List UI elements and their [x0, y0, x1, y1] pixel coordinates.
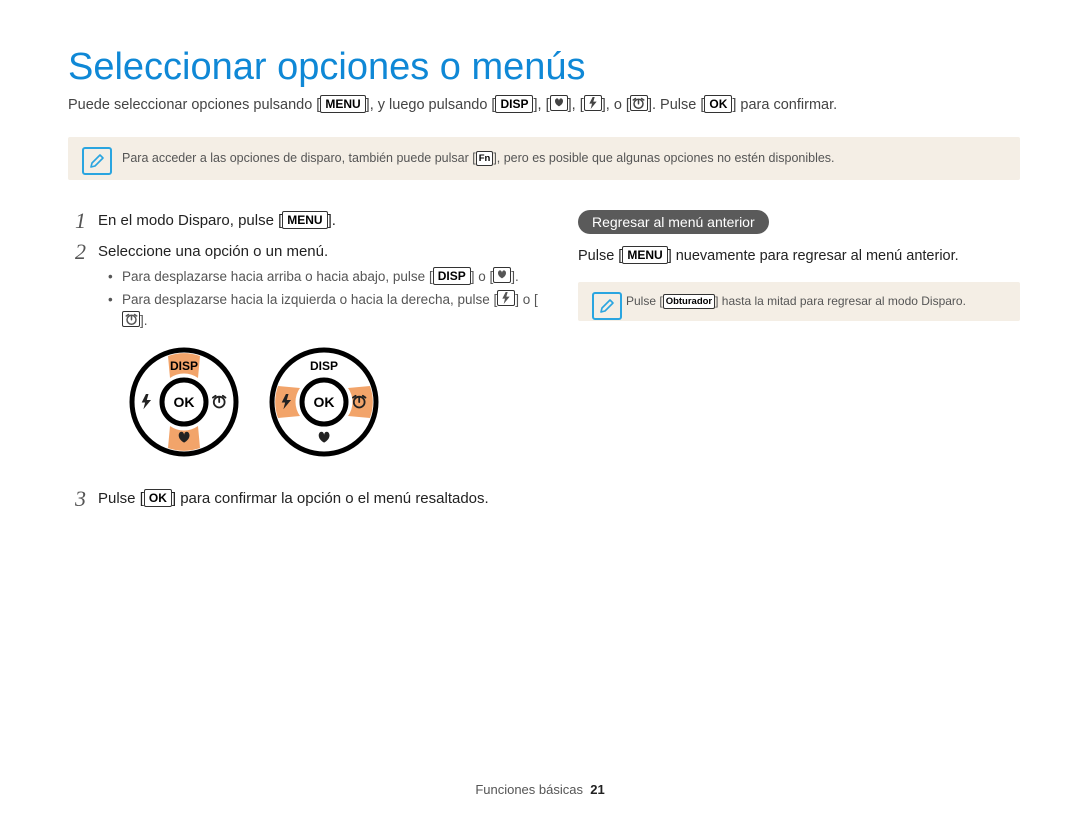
step-3: 3 Pulse [OK] para confirmar la opción o … — [68, 488, 538, 511]
key-ok: OK — [704, 95, 732, 113]
key-menu: MENU — [622, 246, 667, 264]
key-ok: OK — [144, 489, 172, 507]
page-title: Seleccionar opciones o menús — [68, 46, 1020, 89]
right-column: Regresar al menú anterior Pulse [MENU] n… — [578, 210, 1020, 518]
macro-icon — [550, 95, 568, 111]
list-item: Para desplazarse hacia arriba o hacia ab… — [112, 267, 538, 288]
return-text: Pulse [MENU] nuevamente para regresar al… — [578, 246, 1020, 264]
key-disp: DISP — [495, 95, 533, 113]
left-column: 1 En el modo Disparo, pulse [MENU]. 2 Se… — [68, 210, 538, 518]
key-menu: MENU — [282, 211, 327, 229]
key-fn: Fn — [476, 151, 494, 166]
macro-icon — [493, 267, 511, 283]
tip-box-right: Pulse [Obturador] hasta la mitad para re… — [578, 282, 1020, 321]
step-1: 1 En el modo Disparo, pulse [MENU]. — [68, 210, 538, 233]
step-2: 2 Seleccione una opción o un menú. Para … — [68, 241, 538, 480]
flash-icon — [497, 290, 515, 306]
nav-dial-updown: DISP OK — [128, 346, 240, 458]
key-shutter: Obturador — [663, 294, 715, 309]
flash-icon — [584, 95, 602, 111]
intro-paragraph: Puede seleccionar opciones pulsando [MEN… — [68, 95, 1020, 113]
dial-ok-label: OK — [314, 394, 335, 410]
section-heading-pill: Regresar al menú anterior — [578, 210, 769, 234]
page-footer: Funciones básicas 21 — [0, 782, 1080, 797]
key-menu: MENU — [320, 95, 365, 113]
nav-dial-leftright: DISP OK — [268, 346, 380, 458]
dial-disp-label: DISP — [170, 359, 198, 373]
timer-icon — [630, 95, 648, 111]
note-icon — [82, 147, 112, 175]
note-icon — [592, 292, 622, 320]
tip-box-top: Para acceder a las opciones de disparo, … — [68, 137, 1020, 180]
key-disp: DISP — [433, 267, 471, 285]
timer-icon — [122, 311, 140, 327]
dial-disp-label: DISP — [310, 359, 338, 373]
nav-dials: DISP OK DISP OK — [128, 346, 538, 458]
dial-ok-label: OK — [174, 394, 195, 410]
list-item: Para desplazarse hacia la izquierda o ha… — [112, 290, 538, 332]
